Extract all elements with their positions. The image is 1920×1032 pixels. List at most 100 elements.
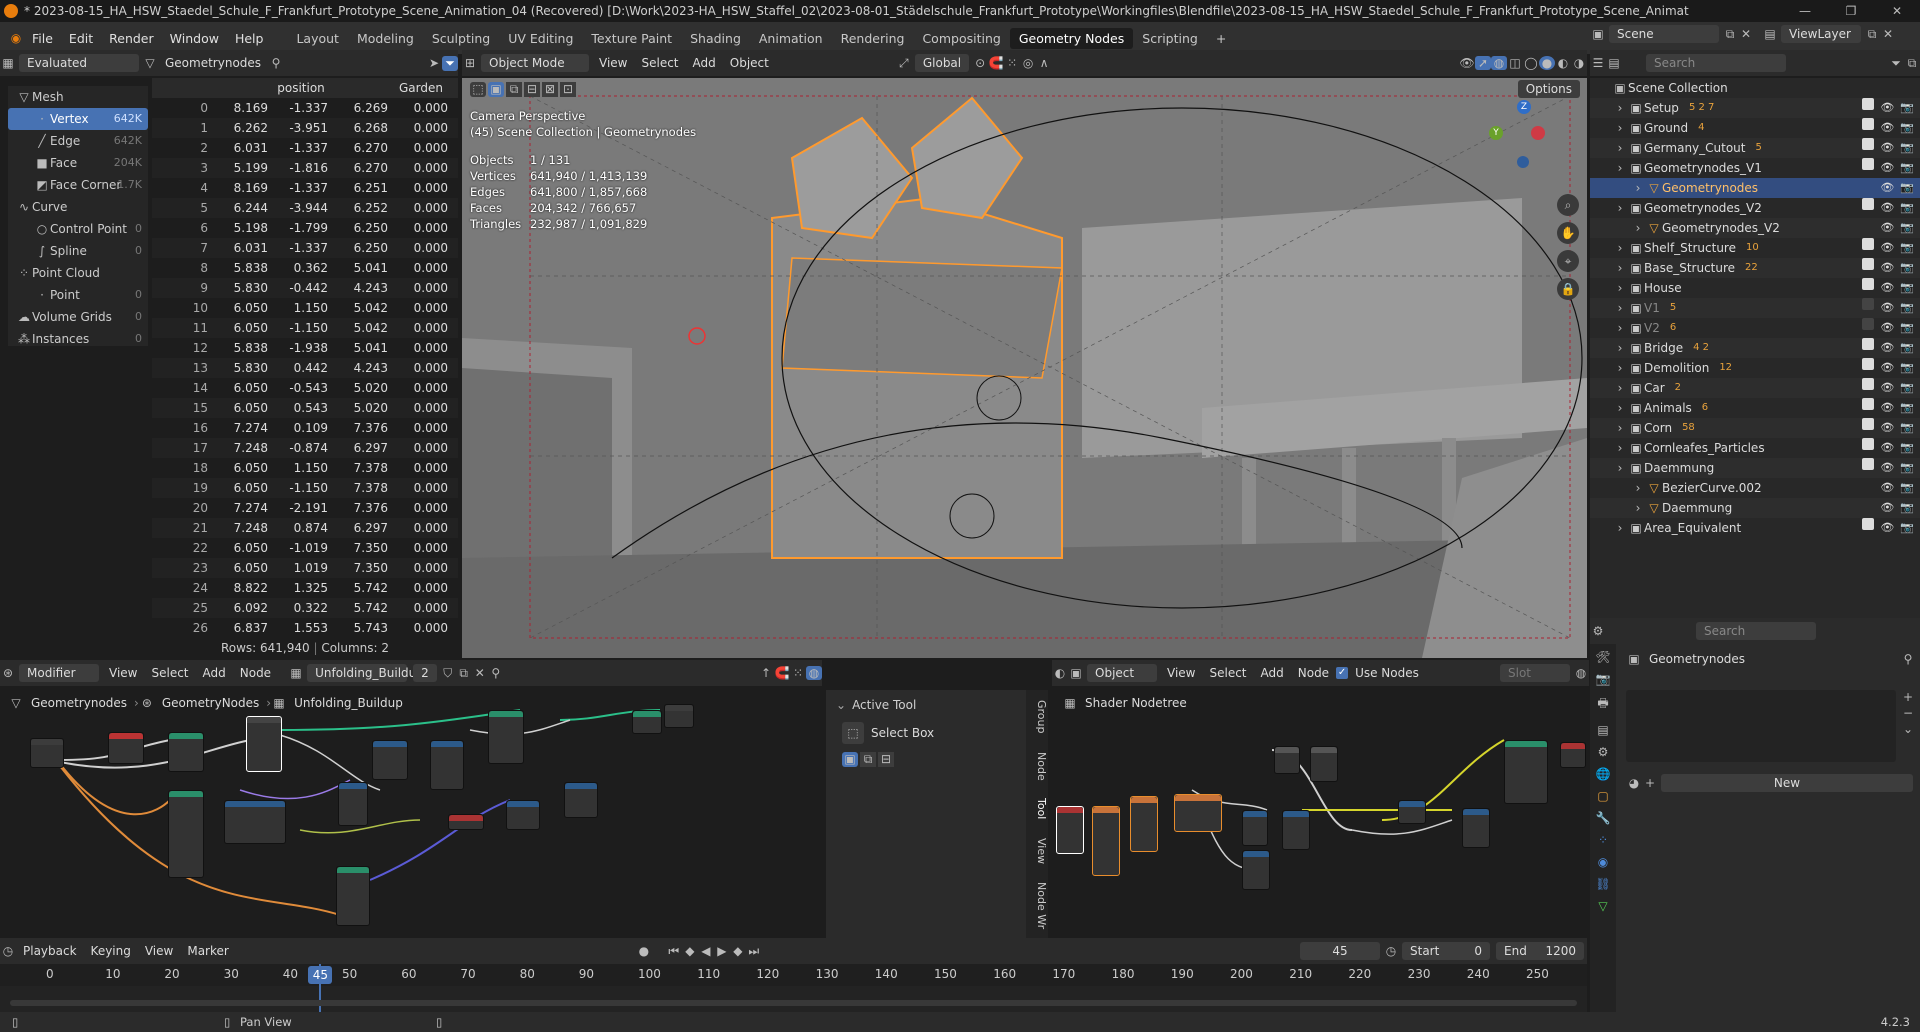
menu-edit[interactable]: Edit <box>61 31 101 46</box>
tab-rendering[interactable]: Rendering <box>832 28 914 49</box>
expand-icon[interactable]: › <box>1612 198 1628 218</box>
tree-point[interactable]: · Point 0 <box>8 284 148 306</box>
expand-icon[interactable]: › <box>1630 218 1646 238</box>
shader-node-mix-1[interactable] <box>1242 810 1268 846</box>
tree-edge[interactable]: ╱ Edge 642K <box>8 130 148 152</box>
outliner-item[interactable]: › ▣ Daemmung 👁 📷 <box>1590 458 1920 478</box>
editor-type-icon[interactable]: ⊛ <box>0 666 16 680</box>
x-axis-icon[interactable] <box>1531 126 1545 140</box>
tool-tab-icon[interactable]: 🛠 <box>1595 650 1611 664</box>
node-transform[interactable] <box>372 740 408 780</box>
tree-mesh[interactable]: ▽ Mesh <box>8 86 148 108</box>
shader-node-output[interactable] <box>1560 742 1586 768</box>
start-frame-field[interactable]: Start 0 <box>1402 942 1490 960</box>
menu-view[interactable]: View <box>592 56 634 70</box>
object-tab-icon[interactable]: ▢ <box>1595 789 1611 803</box>
use-preview-range-icon[interactable]: ◷ <box>1383 944 1399 958</box>
expand-icon[interactable]: › <box>1630 178 1646 198</box>
menu-node[interactable]: Node <box>1291 666 1336 680</box>
invert-selection-icon[interactable]: ⊠ <box>542 82 558 97</box>
rendered-shading-icon[interactable]: ◑ <box>1571 56 1587 70</box>
tab-sculpting[interactable]: Sculpting <box>423 28 499 49</box>
render-camera-icon[interactable]: 📷 <box>1900 278 1914 298</box>
evaluation-mode-dropdown[interactable]: Evaluated <box>19 54 139 72</box>
scene-selector[interactable]: Scene <box>1609 25 1719 43</box>
node-tree-selector[interactable]: Unfolding_Buildup <box>307 664 424 682</box>
outliner-item[interactable]: › ▣ Demolition 12 👁 📷 <box>1590 358 1920 378</box>
render-tab-icon[interactable]: 📷 <box>1595 672 1611 686</box>
editor-type-icon[interactable]: ⚙ <box>1590 624 1606 638</box>
unlink-icon[interactable]: ✕ <box>472 666 488 680</box>
shader-node-math[interactable] <box>1398 800 1426 824</box>
render-camera-icon[interactable]: 📷 <box>1900 338 1914 358</box>
outliner-item[interactable]: › ▣ House 👁 📷 <box>1590 278 1920 298</box>
node-realize[interactable] <box>168 790 204 878</box>
timeline-scrollbar[interactable] <box>10 1000 1577 1006</box>
tab-node[interactable]: Node <box>1026 752 1048 781</box>
timeline-body[interactable]: 0 10 20 30 40 50 60 70 80 90 100 110 120 130 140 150 160… <box>0 964 1587 1012</box>
jump-end-icon[interactable]: ⏭ <box>746 944 762 959</box>
pivot-icon[interactable]: ⊙ <box>972 56 988 70</box>
particles-tab-icon[interactable]: ⁘ <box>1595 833 1611 847</box>
exclude-checkbox[interactable] <box>1862 318 1875 330</box>
prev-keyframe-icon[interactable]: ◆ <box>682 944 698 958</box>
output-tab-icon[interactable]: 🖶 <box>1595 694 1611 715</box>
object-mode-dropdown[interactable]: Object Mode <box>481 54 589 72</box>
tab-view[interactable]: View <box>1026 838 1048 864</box>
world-tab-icon[interactable]: 🌐 <box>1595 767 1611 781</box>
tree-curve[interactable]: ∿ Curve <box>8 196 148 218</box>
node-set-position[interactable] <box>430 740 464 790</box>
exclude-checkbox[interactable] <box>1862 458 1875 470</box>
node-mix[interactable] <box>564 782 598 818</box>
tree-vertex[interactable]: · Vertex 642K <box>8 108 148 130</box>
neg-z-axis-icon[interactable] <box>1517 156 1529 168</box>
eye-icon[interactable]: 👁 <box>1880 378 1894 398</box>
outliner-search-input[interactable]: Search <box>1646 54 1786 72</box>
tree-face[interactable]: ■ Face 204K <box>8 152 148 174</box>
expand-icon[interactable]: › <box>1612 278 1628 298</box>
eye-icon[interactable]: 👁 <box>1880 358 1894 378</box>
tab-modeling[interactable]: Modeling <box>348 28 423 49</box>
outliner-item[interactable]: › ▣ Corn 58 👁 📷 <box>1590 418 1920 438</box>
render-camera-icon[interactable]: 📷 <box>1900 158 1914 178</box>
eye-icon[interactable]: 👁 <box>1880 318 1894 338</box>
column-garden[interactable]: Garden <box>394 78 454 98</box>
physics-tab-icon[interactable]: ◉ <box>1595 855 1611 869</box>
add-workspace-icon[interactable]: + <box>1207 28 1235 49</box>
menu-marker[interactable]: Marker <box>180 944 235 958</box>
exclude-checkbox[interactable] <box>1862 238 1875 250</box>
node-tree-icon[interactable]: ▦ <box>288 666 304 680</box>
geo-node-canvas[interactable] <box>0 690 822 938</box>
exclude-checkbox[interactable] <box>1862 138 1875 150</box>
exclude-checkbox[interactable] <box>1862 418 1875 430</box>
scene-collection-row[interactable]: ▣ Scene Collection <box>1590 78 1920 98</box>
delete-view-layer-icon[interactable]: ✕ <box>1880 27 1896 41</box>
delete-scene-icon[interactable]: ✕ <box>1738 27 1754 41</box>
gizmo-icon[interactable]: ➚ <box>1475 56 1491 70</box>
shader-node-selected[interactable] <box>1056 806 1084 854</box>
view-layer-tab-icon[interactable]: ▤ <box>1595 723 1611 737</box>
node-group-output[interactable] <box>664 704 694 728</box>
node-geometry[interactable] <box>168 732 204 772</box>
slot-dropdown[interactable]: Slot <box>1500 664 1570 682</box>
tree-face-corner[interactable]: ◩ Face Corner 1.7K <box>8 174 148 196</box>
falloff-icon[interactable]: ∧ <box>1036 56 1052 70</box>
outliner-item[interactable]: › ▽ Geometrynodes 👁 📷 <box>1590 178 1920 198</box>
extend-selection-icon[interactable]: ⧉ <box>860 752 876 767</box>
expand-icon[interactable]: › <box>1612 458 1628 478</box>
eye-icon[interactable]: 👁 <box>1880 278 1894 298</box>
eye-icon[interactable]: 👁 <box>1880 98 1894 118</box>
node-join-geometry[interactable] <box>488 710 524 764</box>
menu-object[interactable]: Object <box>723 56 776 70</box>
shader-node-bump[interactable] <box>1282 810 1310 850</box>
tab-scripting[interactable]: Scripting <box>1133 28 1207 49</box>
material-browse-icon[interactable]: ◕ <box>1626 776 1642 790</box>
shader-node-texture-2[interactable] <box>1130 796 1158 852</box>
tab-uv-editing[interactable]: UV Editing <box>499 28 582 49</box>
tab-geometry-nodes[interactable]: Geometry Nodes <box>1009 27 1134 49</box>
eye-icon[interactable]: 👁 <box>1880 118 1894 138</box>
node-realize-2[interactable] <box>632 710 662 734</box>
exclude-checkbox[interactable] <box>1862 338 1875 350</box>
outliner-item[interactable]: › ▽ Geometrynodes_V2 👁 📷 <box>1590 218 1920 238</box>
expand-icon[interactable]: › <box>1612 138 1628 158</box>
